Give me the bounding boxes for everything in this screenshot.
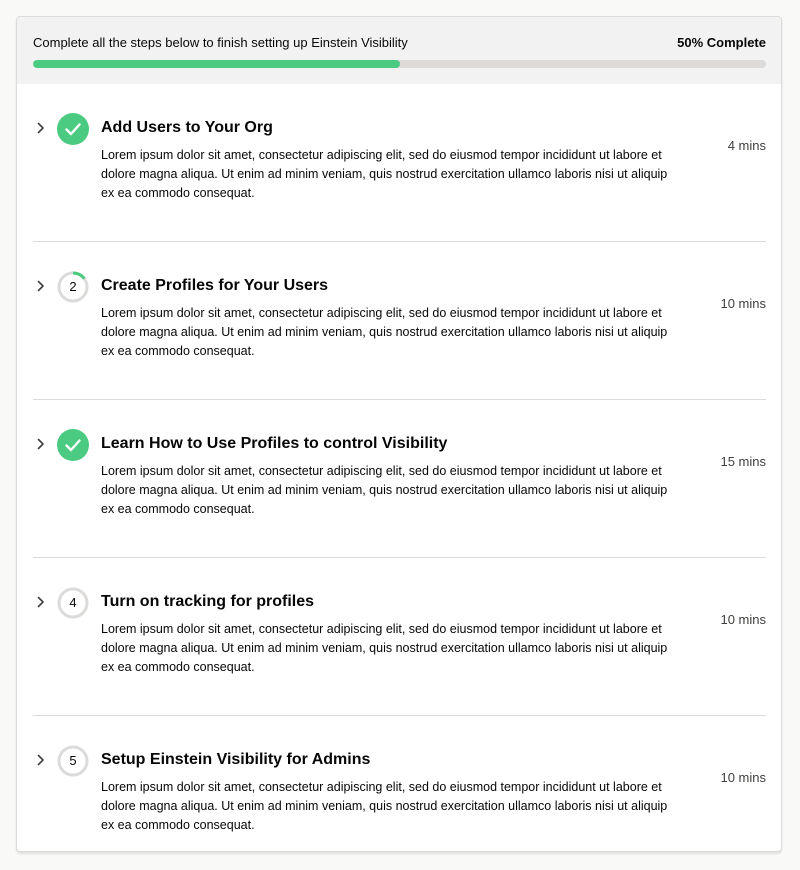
step-duration: 15 mins — [720, 454, 766, 469]
step-title: Learn How to Use Profiles to control Vis… — [101, 435, 448, 452]
step-list: Add Users to Your Org Lorem ipsum dolor … — [17, 84, 781, 851]
step-number: 5 — [69, 753, 77, 768]
step-status-indicator: 2 — [57, 271, 89, 303]
step-description: Lorem ipsum dolor sit amet, consectetur … — [101, 464, 668, 516]
step-status-indicator: 4 — [57, 587, 89, 619]
progress-header: Complete all the steps below to finish s… — [17, 17, 781, 84]
progress-header-text: Complete all the steps below to finish s… — [33, 35, 408, 50]
step-title: Add Users to Your Org — [101, 119, 273, 136]
step-duration: 10 mins — [720, 296, 766, 311]
step-duration: 10 mins — [720, 612, 766, 627]
step-number: 2 — [69, 279, 77, 294]
step-duration: 10 mins — [720, 770, 766, 785]
step-number: 4 — [69, 595, 77, 610]
expand-step-chevron-icon[interactable] — [33, 120, 49, 136]
step-item: 4 Turn on tracking for profiles Lorem ip… — [33, 558, 766, 716]
step-description: Lorem ipsum dolor sit amet, consectetur … — [101, 622, 668, 674]
expand-step-chevron-icon[interactable] — [33, 752, 49, 768]
step-item: 2 Create Profiles for Your Users Lorem i… — [33, 242, 766, 400]
progress-bar — [33, 60, 766, 68]
expand-step-chevron-icon[interactable] — [33, 278, 49, 294]
step-complete-check-icon — [57, 113, 89, 145]
step-title: Create Profiles for Your Users — [101, 277, 329, 294]
step-item: 5 Setup Einstein Visibility for Admins L… — [33, 716, 766, 851]
step-item: Add Users to Your Org Lorem ipsum dolor … — [33, 84, 766, 242]
step-description: Lorem ipsum dolor sit amet, consectetur … — [101, 306, 668, 358]
step-description: Lorem ipsum dolor sit amet, consectetur … — [101, 780, 668, 832]
progress-percent-label: 50% Complete — [677, 35, 766, 50]
step-description: Lorem ipsum dolor sit amet, consectetur … — [101, 148, 668, 200]
step-status-indicator: 5 — [57, 745, 89, 777]
setup-assistant-card: Complete all the steps below to finish s… — [16, 16, 782, 852]
step-duration: 4 mins — [727, 138, 766, 153]
expand-step-chevron-icon[interactable] — [33, 436, 49, 452]
step-complete-check-icon — [57, 429, 89, 461]
step-title: Setup Einstein Visibility for Admins — [101, 751, 371, 768]
expand-step-chevron-icon[interactable] — [33, 594, 49, 610]
progress-bar-fill — [33, 60, 400, 68]
step-item: Learn How to Use Profiles to control Vis… — [33, 400, 766, 558]
step-title: Turn on tracking for profiles — [101, 593, 315, 610]
